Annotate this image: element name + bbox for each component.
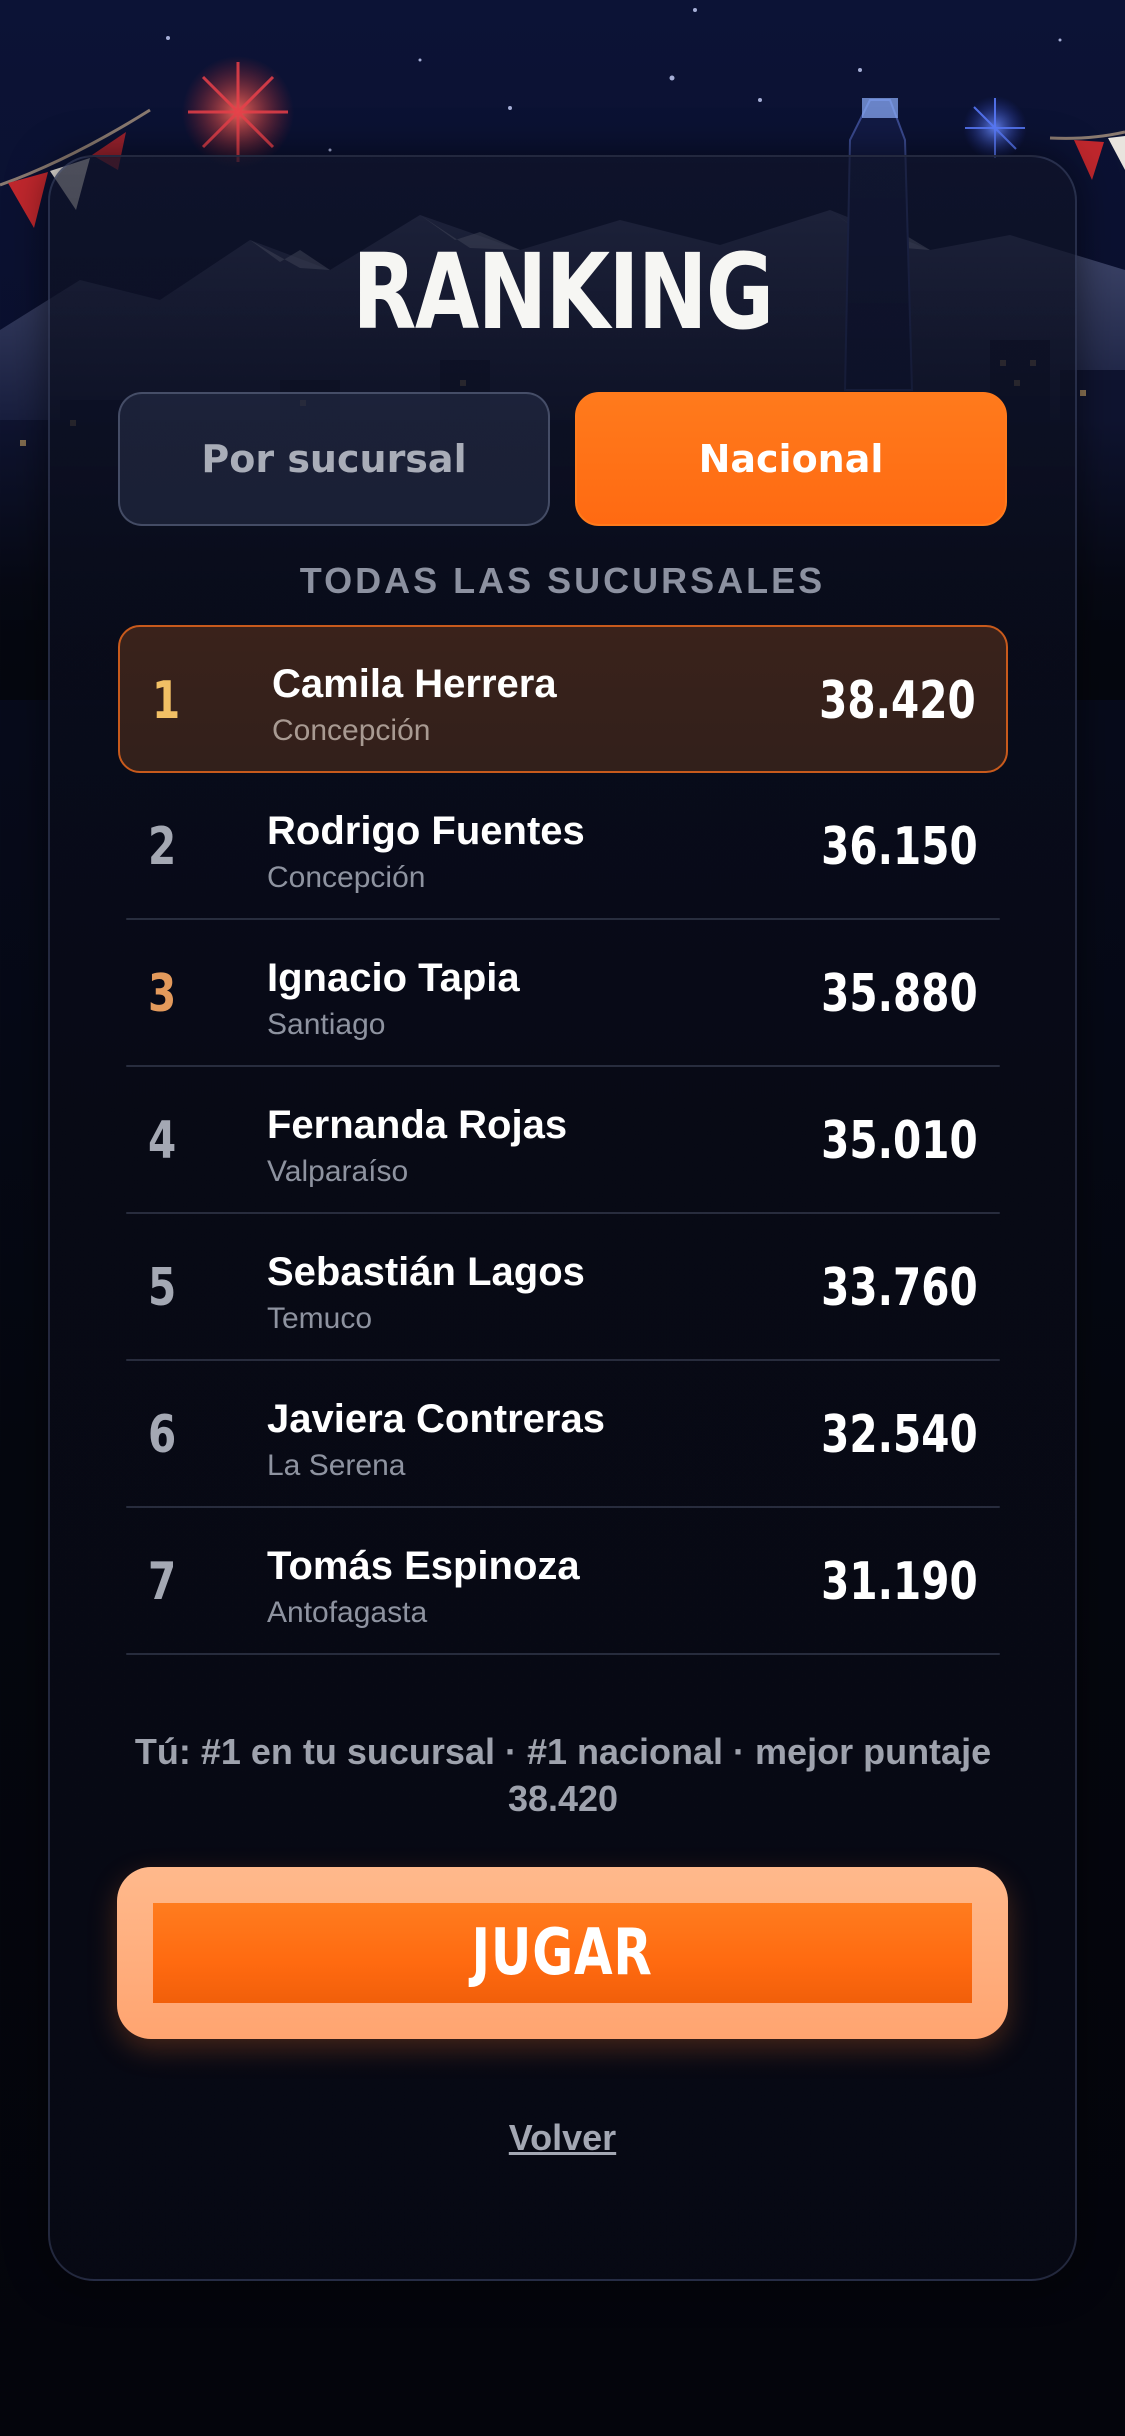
ranking-row-3: 3 Ignacio Tapia Santiago 35.880 bbox=[118, 920, 1008, 1067]
ranking-row-7: 7 Tomás Espinoza Antofagasta 31.190 bbox=[118, 1508, 1008, 1655]
player-summary: Tú: #1 en tu sucursal · #1 nacional · me… bbox=[118, 1728, 1008, 1822]
player-name: Tomás Espinoza bbox=[267, 1544, 580, 1588]
rank-position: 5 bbox=[148, 1258, 177, 1318]
ranking-screen: RANKING Por sucursal Nacional TODAS LAS … bbox=[0, 0, 1125, 2436]
player-branch: Temuco bbox=[267, 1302, 373, 1335]
player-score: 36.150 bbox=[821, 817, 978, 877]
rank-position: 6 bbox=[148, 1405, 177, 1465]
player-branch: Concepción bbox=[272, 714, 431, 747]
rank-position: 7 bbox=[148, 1552, 177, 1612]
rank-position: 4 bbox=[148, 1111, 177, 1171]
player-branch: Santiago bbox=[267, 1008, 386, 1041]
play-button[interactable]: JUGAR bbox=[117, 1867, 1008, 2039]
rank-position: 3 bbox=[148, 964, 177, 1024]
ranking-row-4: 4 Fernanda Rojas Valparaíso 35.010 bbox=[118, 1067, 1008, 1214]
player-score: 38.420 bbox=[819, 671, 976, 731]
player-score: 33.760 bbox=[821, 1258, 978, 1318]
tab-por-sucursal-label: Por sucursal bbox=[201, 437, 467, 481]
back-link[interactable]: Volver bbox=[0, 2117, 1125, 2159]
player-name: Javiera Contreras bbox=[267, 1397, 605, 1441]
player-branch: La Serena bbox=[267, 1449, 406, 1482]
player-score: 32.540 bbox=[821, 1405, 978, 1465]
player-name: Rodrigo Fuentes bbox=[267, 809, 585, 853]
player-name: Ignacio Tapia bbox=[267, 956, 520, 1000]
play-button-label: JUGAR bbox=[471, 1916, 654, 1990]
play-button-face: JUGAR bbox=[153, 1903, 972, 2003]
player-score: 35.880 bbox=[821, 964, 978, 1024]
row-divider bbox=[126, 1653, 1000, 1655]
ranking-row-1: 1 Camila Herrera Concepción 38.420 bbox=[118, 625, 1008, 773]
player-score: 35.010 bbox=[821, 1111, 978, 1171]
ranking-row-5: 5 Sebastián Lagos Temuco 33.760 bbox=[118, 1214, 1008, 1361]
tab-nacional[interactable]: Nacional bbox=[575, 392, 1007, 526]
summary-line: Tú: #1 en tu sucursal · #1 nacional · me… bbox=[134, 1731, 992, 1772]
rank-position: 1 bbox=[152, 671, 181, 731]
page-title: RANKING bbox=[352, 231, 774, 353]
player-name: Sebastián Lagos bbox=[267, 1250, 585, 1294]
ranking-row-2: 2 Rodrigo Fuentes Concepción 36.150 bbox=[118, 773, 1008, 920]
summary-best-score: 38.420 bbox=[507, 1778, 619, 1819]
player-name: Fernanda Rojas bbox=[267, 1103, 568, 1147]
tab-por-sucursal[interactable]: Por sucursal bbox=[118, 392, 550, 526]
player-name: Camila Herrera bbox=[272, 662, 557, 706]
section-subtitle: TODAS LAS SUCURSALES bbox=[299, 560, 826, 601]
ranking-row-6: 6 Javiera Contreras La Serena 32.540 bbox=[118, 1361, 1008, 1508]
rank-position: 2 bbox=[148, 817, 177, 877]
player-branch: Concepción bbox=[267, 861, 426, 894]
player-score: 31.190 bbox=[821, 1552, 978, 1612]
player-branch: Antofagasta bbox=[267, 1596, 428, 1629]
tab-nacional-label: Nacional bbox=[698, 437, 884, 481]
ranking-list: 1 Camila Herrera Concepción 38.420 2 Rod… bbox=[118, 625, 1008, 1655]
player-branch: Valparaíso bbox=[267, 1155, 409, 1188]
